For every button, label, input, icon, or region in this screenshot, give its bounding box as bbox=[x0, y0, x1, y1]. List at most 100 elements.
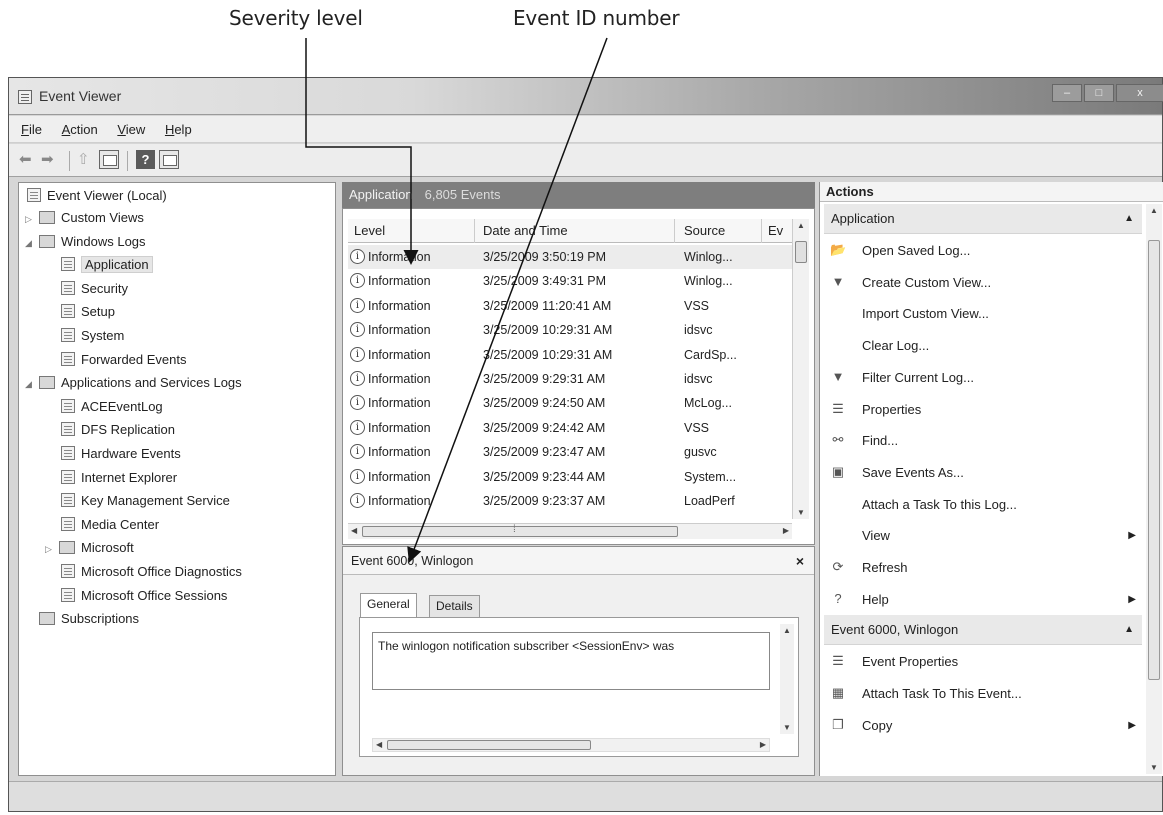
column-divider[interactable] bbox=[474, 219, 475, 243]
tree-item[interactable]: DFS Replication bbox=[61, 419, 175, 441]
event-row[interactable]: i Information 3/25/2009 3:50:19 PM Winlog..… bbox=[348, 245, 792, 269]
menu-view[interactable]: View bbox=[117, 116, 145, 143]
tree-item[interactable]: Microsoft Office Sessions bbox=[61, 585, 227, 607]
column-source[interactable]: Source bbox=[684, 223, 725, 238]
tree-item[interactable]: Hardware Events bbox=[61, 443, 181, 465]
scroll-down-arrow-icon[interactable]: ▼ bbox=[783, 723, 791, 732]
scroll-right-arrow-icon[interactable]: ▶ bbox=[760, 740, 766, 749]
event-row[interactable]: i Information 3/25/2009 9:23:37 AM LoadPerf bbox=[348, 489, 792, 513]
scroll-left-arrow-icon[interactable]: ◀ bbox=[351, 526, 357, 535]
column-divider[interactable] bbox=[761, 219, 762, 243]
scroll-thumb[interactable] bbox=[362, 524, 678, 537]
actions-section-header[interactable]: Event 6000, Winlogon ▲ bbox=[824, 615, 1142, 646]
collapse-caret-icon[interactable]: ▲ bbox=[1124, 615, 1134, 645]
tree-item[interactable]: ▷ Custom Views bbox=[25, 207, 144, 229]
scroll-up-arrow-icon[interactable]: ▲ bbox=[783, 626, 791, 635]
column-divider[interactable] bbox=[674, 219, 675, 243]
event-message[interactable]: The winlogon notification subscriber <Se… bbox=[372, 632, 770, 690]
close-button[interactable]: x bbox=[1116, 84, 1163, 102]
tree-item[interactable]: Internet Explorer bbox=[61, 467, 177, 489]
maximize-button[interactable]: □ bbox=[1084, 84, 1114, 102]
action-item[interactable]: Clear Log... bbox=[824, 330, 1142, 361]
action-item[interactable]: ▣ Save Events As... bbox=[824, 457, 1142, 488]
tree-item[interactable]: Microsoft Office Diagnostics bbox=[61, 561, 242, 583]
event-row[interactable]: i Information 3/25/2009 9:29:31 AM idsvc bbox=[348, 367, 792, 391]
action-item[interactable]: 📂 Open Saved Log... bbox=[824, 235, 1142, 266]
action-item[interactable]: ? Help ▶ bbox=[824, 584, 1142, 615]
action-item[interactable]: ☰ Properties bbox=[824, 394, 1142, 425]
collapse-icon[interactable]: ◢ bbox=[25, 373, 35, 395]
scroll-thumb[interactable] bbox=[795, 241, 807, 263]
tree-item[interactable]: ◢ Applications and Services Logs bbox=[25, 372, 242, 394]
action-item[interactable]: Attach a Task To this Log... bbox=[824, 489, 1142, 520]
scroll-up-arrow-icon[interactable]: ▲ bbox=[1150, 206, 1158, 215]
tab-details[interactable]: Details bbox=[429, 595, 480, 617]
tree-item[interactable]: Forwarded Events bbox=[61, 349, 187, 371]
expand-icon[interactable]: ▷ bbox=[45, 538, 55, 560]
action-item[interactable]: ☰ Event Properties bbox=[824, 646, 1142, 677]
scroll-thumb[interactable] bbox=[1148, 240, 1160, 680]
event-list-vertical-scrollbar[interactable]: ▲ ▼ bbox=[792, 219, 809, 519]
tree-item[interactable]: ◢ Windows Logs bbox=[25, 231, 146, 253]
action-item[interactable]: ⚯ Find... bbox=[824, 425, 1142, 456]
actions-vertical-scrollbar[interactable]: ▲ ▼ bbox=[1146, 204, 1162, 774]
menu-file[interactable]: File bbox=[21, 116, 42, 143]
action-item[interactable]: ⟳ Refresh bbox=[824, 552, 1142, 583]
tree-item[interactable]: ACEEventLog bbox=[61, 396, 163, 418]
tree-item[interactable]: Key Management Service bbox=[61, 490, 230, 512]
collapse-icon[interactable]: ◢ bbox=[25, 232, 35, 254]
expand-icon[interactable]: ▷ bbox=[25, 208, 35, 230]
tree-item[interactable]: Security bbox=[61, 278, 128, 300]
column-event-id[interactable]: Ev bbox=[768, 223, 783, 238]
forward-icon[interactable]: ➡ bbox=[41, 152, 54, 168]
action-item[interactable]: ▦ Attach Task To This Event... bbox=[824, 678, 1142, 709]
back-icon[interactable]: ⬅ bbox=[19, 152, 32, 168]
event-level: Information bbox=[368, 274, 431, 289]
tree-item[interactable]: Media Center bbox=[61, 514, 159, 536]
action-item[interactable]: ▼ Create Custom View... bbox=[824, 267, 1142, 298]
event-level: Information bbox=[368, 445, 431, 460]
event-row[interactable]: i Information 3/25/2009 10:29:31 AM idsvc bbox=[348, 318, 792, 342]
scroll-thumb[interactable] bbox=[387, 740, 591, 750]
scroll-right-arrow-icon[interactable]: ▶ bbox=[783, 526, 789, 535]
event-row[interactable]: i Information 3/25/2009 11:20:41 AM VSS bbox=[348, 294, 792, 318]
help-icon[interactable]: ? bbox=[136, 150, 155, 169]
show-hide-pane-icon[interactable] bbox=[99, 150, 119, 169]
action-item[interactable]: ❐ Copy ▶ bbox=[824, 710, 1142, 741]
collapse-caret-icon[interactable]: ▲ bbox=[1124, 204, 1134, 234]
event-row[interactable]: i Information 3/25/2009 9:23:47 AM gusvc bbox=[348, 440, 792, 464]
properties-pane-icon[interactable] bbox=[159, 150, 179, 169]
actions-section-header[interactable]: Application ▲ bbox=[824, 204, 1142, 234]
tree-item[interactable]: Setup bbox=[61, 301, 115, 323]
tree-item[interactable]: Application bbox=[61, 254, 153, 276]
tree-item[interactable]: ▷ Microsoft bbox=[45, 537, 134, 559]
column-date-time[interactable]: Date and Time bbox=[483, 223, 568, 238]
event-row[interactable]: i Information 3/25/2009 9:23:44 AM System..… bbox=[348, 465, 792, 489]
menu-help[interactable]: Help bbox=[165, 116, 192, 143]
detail-horizontal-scrollbar[interactable]: ◀ ▶ bbox=[372, 738, 770, 752]
event-list-horizontal-scrollbar[interactable]: ◀ ▶ bbox=[348, 523, 792, 539]
binoculars-icon: ⚯ bbox=[832, 432, 844, 448]
minimize-button[interactable]: – bbox=[1052, 84, 1082, 102]
event-row[interactable]: i Information 3/25/2009 9:24:50 AM McLog... bbox=[348, 391, 792, 415]
scroll-down-arrow-icon[interactable]: ▼ bbox=[797, 508, 805, 517]
detail-vertical-scrollbar[interactable]: ▲ ▼ bbox=[780, 624, 794, 734]
tab-general[interactable]: General bbox=[360, 593, 417, 617]
action-item[interactable]: ▼ Filter Current Log... bbox=[824, 362, 1142, 393]
title-bar[interactable]: Event Viewer – □ x bbox=[9, 78, 1163, 115]
column-level[interactable]: Level bbox=[354, 223, 385, 238]
tree-item[interactable]: Subscriptions bbox=[25, 608, 139, 630]
event-row[interactable]: i Information 3/25/2009 9:24:42 AM VSS bbox=[348, 416, 792, 440]
up-icon[interactable]: ⇧ bbox=[77, 152, 90, 168]
scroll-down-arrow-icon[interactable]: ▼ bbox=[1150, 763, 1158, 772]
scroll-up-arrow-icon[interactable]: ▲ bbox=[797, 221, 805, 230]
scroll-left-arrow-icon[interactable]: ◀ bbox=[376, 740, 382, 749]
action-item[interactable]: Import Custom View... bbox=[824, 298, 1142, 329]
action-item[interactable]: View ▶ bbox=[824, 520, 1142, 551]
event-row[interactable]: i Information 3/25/2009 3:49:31 PM Winlog..… bbox=[348, 269, 792, 293]
tree-item[interactable]: System bbox=[61, 325, 124, 347]
menu-action[interactable]: Action bbox=[62, 116, 98, 143]
event-row[interactable]: i Information 3/25/2009 10:29:31 AM CardSp.… bbox=[348, 343, 792, 367]
tree-item-root[interactable]: Event Viewer (Local) bbox=[27, 185, 167, 207]
close-detail-button[interactable]: × bbox=[796, 547, 804, 575]
